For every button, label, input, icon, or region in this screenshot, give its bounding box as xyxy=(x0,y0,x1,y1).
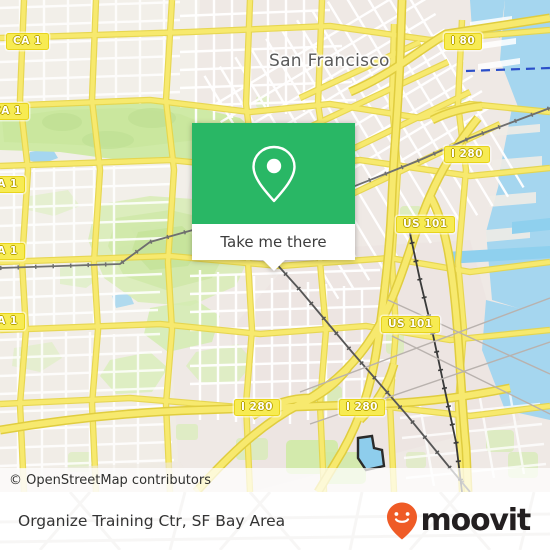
map-canvas[interactable]: San Francisco CA 1 CA 1 CA 1 CA 1 CA 1 I… xyxy=(0,0,550,492)
highway-shield-ca1-clipped: CA 1 xyxy=(0,313,25,330)
highway-shield-us101: US 101 xyxy=(381,316,440,333)
highway-shield-us101: US 101 xyxy=(396,216,455,233)
highway-shield-i280: I 280 xyxy=(339,399,385,416)
moovit-map-screenshot: San Francisco CA 1 CA 1 CA 1 CA 1 CA 1 I… xyxy=(0,0,550,550)
highway-shield-i80: I 80 xyxy=(444,33,483,50)
highway-shield-ca1: CA 1 xyxy=(6,33,49,50)
openstreetmap-attribution[interactable]: © OpenStreetMap contributors xyxy=(0,473,211,488)
popup-tail xyxy=(262,260,285,271)
place-title: Organize Training Ctr, SF Bay Area xyxy=(18,512,286,530)
highway-shield-i280: I 280 xyxy=(234,399,280,416)
highway-shield-ca1-clipped: CA 1 xyxy=(0,103,29,120)
moovit-wordmark: moovit xyxy=(420,503,532,538)
popup-icon-area xyxy=(192,123,355,224)
map-pin-icon xyxy=(251,145,296,202)
map-attribution-bar: © OpenStreetMap contributors xyxy=(0,468,550,492)
footer-bar: Organize Training Ctr, SF Bay Area moovi… xyxy=(0,492,550,550)
highway-shield-ca1-clipped: CA 1 xyxy=(0,243,25,260)
moovit-smiley-pin-icon xyxy=(386,502,417,540)
popup-cta-area[interactable]: Take me there xyxy=(192,224,355,260)
highway-shield-ca1-clipped: CA 1 xyxy=(0,176,25,193)
take-me-there-label: Take me there xyxy=(220,233,327,251)
location-popup-card[interactable]: Take me there xyxy=(192,123,355,271)
moovit-logo[interactable]: moovit xyxy=(385,501,532,541)
highway-shield-i280: I 280 xyxy=(444,146,490,163)
